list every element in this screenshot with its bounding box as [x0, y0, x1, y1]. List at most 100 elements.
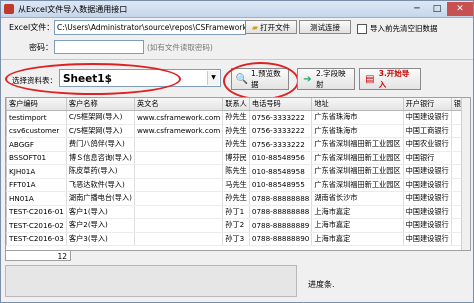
column-header[interactable]: 开户银行	[403, 98, 452, 111]
table-cell[interactable]: TEST-C2016-03	[6, 232, 67, 246]
table-cell[interactable]: 客户3(导入)	[66, 232, 135, 246]
table-cell[interactable]: 陈先生	[222, 164, 250, 179]
table-cell[interactable]: 0756-3333222	[249, 110, 313, 125]
table-cell[interactable]	[134, 218, 224, 233]
sheet-select[interactable]: Sheet1$ ▼	[59, 69, 221, 87]
table-cell[interactable]: 广东省深圳福田新工业园区	[311, 151, 404, 165]
table-cell[interactable]: 0788-88888890	[249, 232, 313, 246]
table-cell[interactable]: 湖南广播电台(导入)	[66, 191, 135, 206]
column-header[interactable]: 联系人	[222, 98, 250, 111]
table-cell[interactable]: 广东省深圳福田新工业园区	[311, 137, 404, 152]
table-cell[interactable]: 湖南省长沙市	[311, 191, 404, 206]
table-row[interactable]: KJH01A 陈皮草药(导入) 陈先生 010-88548958 广东省深圳福田新工业园…	[6, 164, 470, 179]
table-cell[interactable]: 孙先生	[222, 110, 250, 125]
table-cell[interactable]: 客户1(导入)	[66, 205, 135, 219]
table-cell[interactable]: 飞恶达软件(导入)	[66, 178, 135, 192]
table-cell[interactable]: 广东省珠海市	[311, 124, 404, 138]
table-cell[interactable]: 中国建设银行	[403, 164, 452, 179]
table-row[interactable]: TEST-C2016-03 客户3(导入) 孙丁3 0788-88888890 上海市嘉…	[6, 232, 470, 246]
file-path-input[interactable]: C:\Users\Administrator\source\repos\CSFr…	[54, 20, 246, 35]
table-cell[interactable]: 中国建设银行	[403, 191, 452, 206]
table-cell[interactable]	[134, 164, 224, 179]
clear-data-checkbox[interactable]: 导入前先清空旧数据	[357, 23, 438, 34]
table-cell[interactable]: 孙丁1	[222, 205, 250, 219]
table-cell[interactable]: www.csframework.com	[134, 110, 224, 125]
table-cell[interactable]: 中国建设银行	[403, 110, 452, 125]
column-header[interactable]: 客户编码	[6, 98, 67, 111]
start-import-button[interactable]: ▤ 3.开始导入	[359, 68, 421, 90]
table-cell[interactable]: 中国工商银行	[403, 124, 452, 138]
table-cell[interactable]: 0788-88888889	[249, 218, 313, 233]
table-cell[interactable]	[134, 232, 224, 246]
table-cell[interactable]: 客户2(导入)	[66, 218, 135, 233]
password-input[interactable]	[54, 40, 144, 54]
chevron-down-icon[interactable]: ▼	[207, 71, 219, 85]
table-cell[interactable]	[134, 205, 224, 219]
table-cell[interactable]: 孙丁3	[222, 232, 250, 246]
table-cell[interactable]: ABGGF	[6, 137, 67, 152]
table-cell[interactable]: 中国银行	[403, 151, 452, 165]
table-cell[interactable]: 广东省深圳福田新工业园区	[311, 164, 404, 179]
table-cell[interactable]: BSSOFT01	[6, 151, 67, 165]
field-mapping-button[interactable]: ➔ 2.字段映射	[297, 68, 355, 90]
close-button[interactable]: ✕	[447, 2, 473, 16]
checkbox-box[interactable]	[357, 23, 367, 34]
table-cell[interactable]: 博Ｓ信息咨询(导入)	[66, 151, 135, 165]
table-cell[interactable]: HN01A	[6, 191, 67, 206]
table-cell[interactable]: 010-88548955	[249, 178, 313, 192]
table-cell[interactable]: TEST-C2016-02	[6, 218, 67, 233]
table-cell[interactable]: 中国农业银行	[403, 137, 452, 152]
table-row[interactable]: testimport C/S框架网(导入) www.csframework.com 孙…	[6, 110, 470, 125]
table-cell[interactable]: C/S框架网(导入)	[66, 110, 135, 125]
column-header[interactable]: 地址	[311, 98, 404, 111]
table-cell[interactable]: KJH01A	[6, 164, 67, 179]
table-cell[interactable]	[134, 191, 224, 206]
table-cell[interactable]: 010-88548958	[249, 164, 313, 179]
table-row[interactable]: ABGGF 费门八鸽伴(导入) 孙先生 0756-3333222 广东省深圳福田新工业园…	[6, 137, 470, 152]
table-cell[interactable]: 中国建设银行	[403, 218, 452, 233]
column-header[interactable]: 英文名	[134, 98, 224, 111]
preview-data-button[interactable]: 🔍 1.预览数据	[231, 68, 289, 90]
column-header[interactable]: 客户名称	[66, 98, 135, 111]
table-cell[interactable]	[134, 151, 224, 165]
table-cell[interactable]: testimport	[6, 110, 67, 125]
table-cell[interactable]: FFT01A	[6, 178, 67, 192]
table-cell[interactable]: 广东省深圳福田新工业园区	[311, 178, 404, 192]
table-row[interactable]: FFT01A 飞恶达软件(导入) 马先生 010-88548955 广东省深圳福田新工业…	[6, 178, 470, 192]
open-file-button[interactable]: ▰ 打开文件	[245, 20, 297, 34]
table-cell[interactable]	[134, 137, 224, 152]
data-grid[interactable]: 客户编码 客户名称 英文名 联系人 电话号码 地址 开户银行 银行 testim…	[5, 97, 471, 251]
table-cell[interactable]: 马先生	[222, 178, 250, 192]
table-cell[interactable]: 孙先生	[222, 124, 250, 138]
test-connection-button[interactable]: 测试连接	[299, 20, 351, 34]
table-cell[interactable]: 0788-88888888	[249, 191, 313, 206]
column-header[interactable]: 电话号码	[249, 98, 313, 111]
vertical-scrollbar[interactable]	[461, 98, 470, 250]
table-cell[interactable]: 中国建设银行	[403, 232, 452, 246]
table-cell[interactable]: 0788-88888888	[249, 205, 313, 219]
table-cell[interactable]: 孙先生	[222, 137, 250, 152]
table-cell[interactable]: www.csframework.com	[134, 124, 224, 138]
table-cell[interactable]: TEST-C2016-01	[6, 205, 67, 219]
table-cell[interactable]: 费门八鸽伴(导入)	[66, 137, 135, 152]
table-row[interactable]: TEST-C2016-02 客户2(导入) 孙丁2 0788-88888889 上海市嘉…	[6, 218, 470, 233]
table-row[interactable]: HN01A 湖南广播电台(导入) 孙先生 0788-88888888 湖南省长沙市 中国建…	[6, 191, 470, 206]
minimize-button[interactable]: ─	[407, 2, 427, 16]
table-cell[interactable]: csv6customer	[6, 124, 67, 138]
table-cell[interactable]: C/S框架网(导入)	[66, 124, 135, 138]
table-cell[interactable]: 上海市嘉定	[311, 232, 404, 246]
table-cell[interactable]: 广东省珠海市	[311, 110, 404, 125]
table-row[interactable]: BSSOFT01 博Ｓ信息咨询(导入) 博芬民 010-88548956 广东省深圳福田…	[6, 151, 470, 165]
table-cell[interactable]: 010-88548956	[249, 151, 313, 165]
table-cell[interactable]: 0756-3333222	[249, 124, 313, 138]
table-cell[interactable]: 上海市嘉定	[311, 218, 404, 233]
table-cell[interactable]: 中国建设银行	[403, 178, 452, 192]
table-cell[interactable]: 孙先生	[222, 191, 250, 206]
table-cell[interactable]: 孙丁2	[222, 218, 250, 233]
maximize-button[interactable]: □	[427, 2, 447, 16]
table-row[interactable]: TEST-C2016-01 客户1(导入) 孙丁1 0788-88888888 上海市嘉…	[6, 205, 470, 219]
table-cell[interactable]: 中国建设银行	[403, 205, 452, 219]
table-row[interactable]: csv6customer C/S框架网(导入) www.csframework.co…	[6, 124, 470, 138]
table-cell[interactable]: 上海市嘉定	[311, 205, 404, 219]
table-cell[interactable]: 陈皮草药(导入)	[66, 164, 135, 179]
